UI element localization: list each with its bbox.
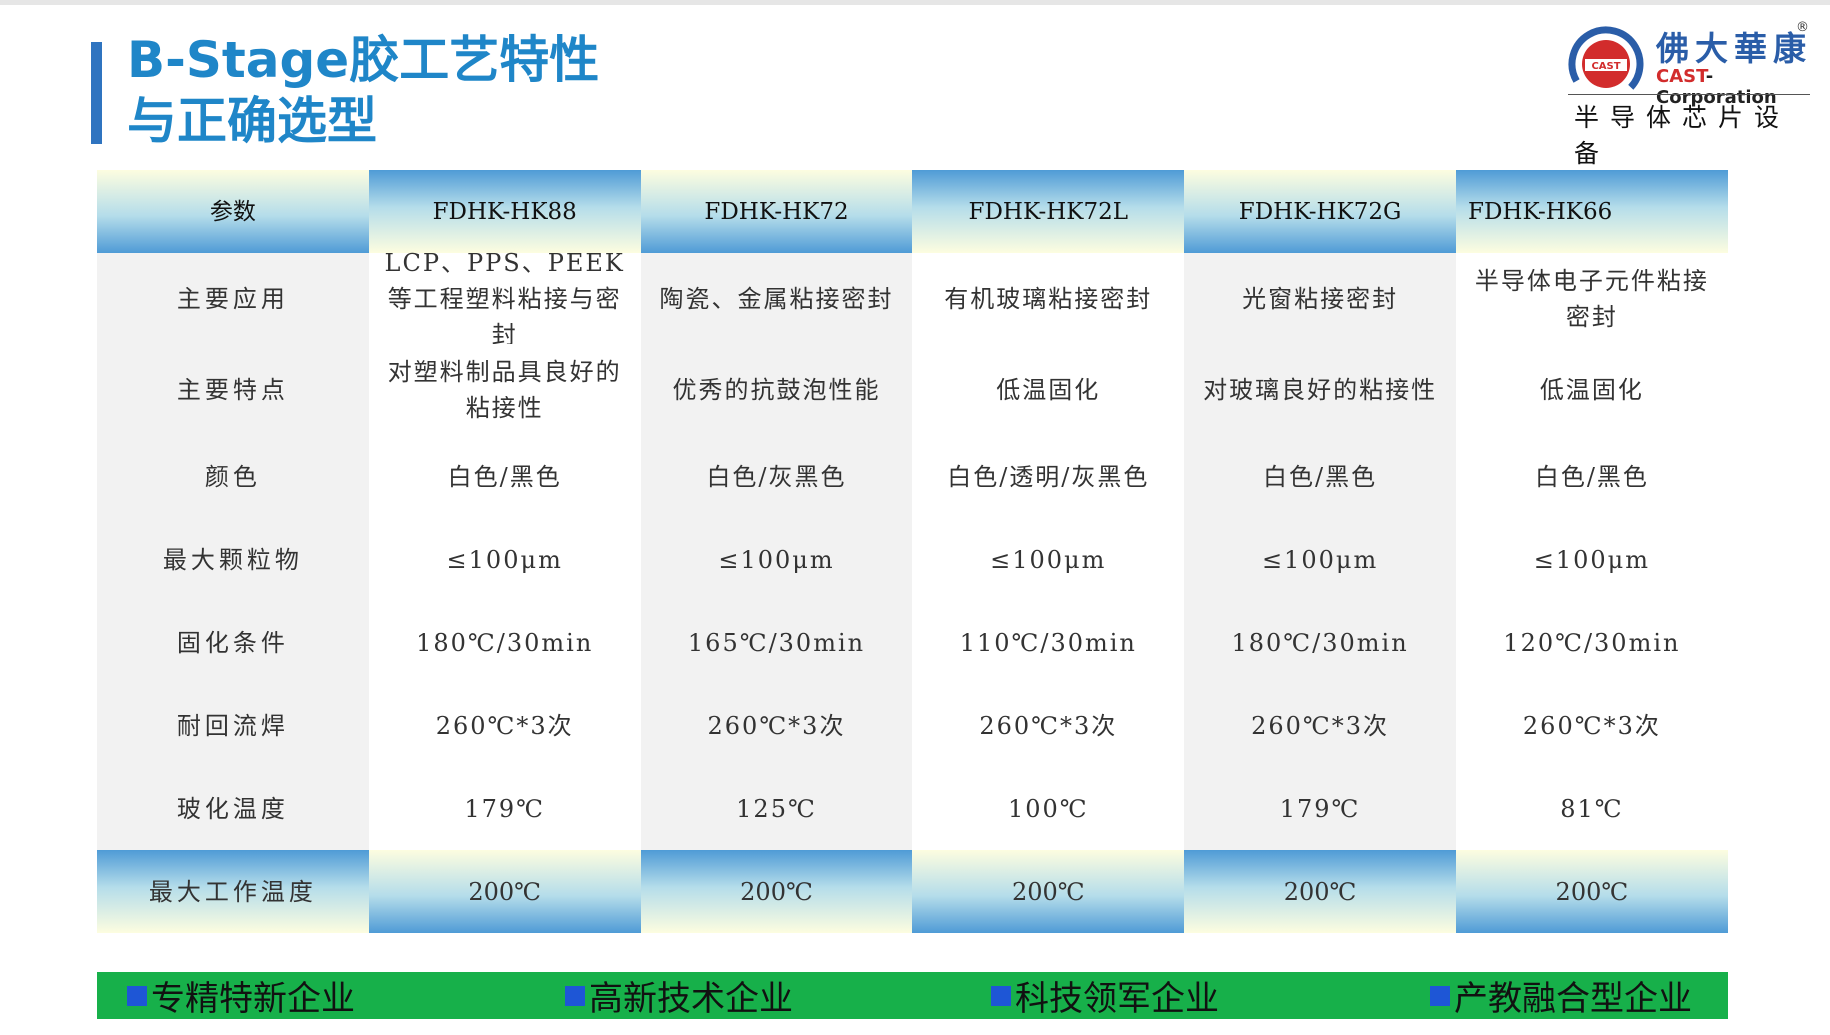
table-cell: 180℃/30min [368,601,641,684]
blue-square-icon [1430,985,1450,1006]
logo-subtitle: 半导体芯片设备 [1574,103,1791,168]
table-cell: 125℃ [640,767,913,850]
row-label: 主要特点 [97,344,369,435]
table-row-curing: 固化条件 180℃/30min 165℃/30min 110℃/30min 18… [97,601,1728,684]
table-cell: 260℃*3次 [1455,684,1728,767]
table-cell: 165℃/30min [640,601,913,684]
row-label: 颜色 [97,435,369,518]
row-label: 固化条件 [97,601,369,684]
row-label: 最大工作温度 [97,850,369,933]
table-cell: 200℃ [640,850,913,933]
header-cell-hk72g: FDHK-HK72G [1184,170,1456,253]
title-line-1: B-Stage胶工艺特性 [127,31,600,89]
table-cell: 低温固化 [912,344,1185,435]
table-row-particle: 最大颗粒物 ≤100μm ≤100μm ≤100μm ≤100μm ≤100μm [97,518,1728,601]
cast-emblem-icon: CAST [1568,26,1644,102]
table-cell: 200℃ [912,850,1185,933]
table-cell: 白色/黑色 [368,435,641,518]
table-cell: 200℃ [368,850,641,933]
row-label: 最大颗粒物 [97,518,369,601]
header-cell-hk72l: FDHK-HK72L [912,170,1185,253]
table-cell: 260℃*3次 [640,684,913,767]
table-cell: 100℃ [912,767,1185,850]
table-cell: 白色/黑色 [1184,435,1456,518]
table-cell: 179℃ [368,767,641,850]
top-divider [0,0,1830,5]
table-cell: 优秀的抗鼓泡性能 [640,344,913,435]
logo-name-cn: 佛大華康 [1656,29,1812,68]
blue-square-icon [565,985,585,1006]
row-label: 玻化温度 [97,767,369,850]
table-cell: 有机玻璃粘接密封 [912,253,1185,344]
table-cell: 白色/黑色 [1455,435,1728,518]
logo-divider [1568,94,1810,95]
table-cell: 对塑料制品具良好的粘接性 [368,344,641,435]
table-cell: 260℃*3次 [368,684,641,767]
product-comparison-table: 参数 FDHK-HK88 FDHK-HK72 FDHK-HK72L FDHK-H… [97,170,1728,933]
table-cell: 260℃*3次 [1184,684,1456,767]
table-header-row: 参数 FDHK-HK88 FDHK-HK72 FDHK-HK72L FDHK-H… [97,170,1728,253]
table-row-color: 颜色 白色/黑色 白色/灰黑色 白色/透明/灰黑色 白色/黑色 白色/黑色 [97,435,1728,518]
table-row-features: 主要特点 对塑料制品具良好的粘接性 优秀的抗鼓泡性能 低温固化 对玻璃良好的粘接… [97,344,1728,435]
table-footer-row: 最大工作温度 200℃ 200℃ 200℃ 200℃ 200℃ [97,850,1728,933]
table-cell: 110℃/30min [912,601,1185,684]
table-cell: 半导体电子元件粘接密封 [1455,253,1728,344]
table-cell: 白色/灰黑色 [640,435,913,518]
table-cell: 179℃ [1184,767,1456,850]
honor-item: 产教融合型企业 [1430,972,1692,1019]
table-cell: ≤100μm [1455,518,1728,601]
table-cell: 260℃*3次 [912,684,1185,767]
table-cell: 81℃ [1455,767,1728,850]
emblem-text: CAST [1591,61,1620,72]
header-cell-hk72: FDHK-HK72 [640,170,913,253]
blue-square-icon [127,985,147,1006]
honor-item: 专精特新企业 [127,972,355,1019]
table-cell: 光窗粘接密封 [1184,253,1456,344]
row-label: 耐回流焊 [97,684,369,767]
header-cell-param: 参数 [97,170,369,253]
table-cell: 120℃/30min [1455,601,1728,684]
table-row-tg: 玻化温度 179℃ 125℃ 100℃ 179℃ 81℃ [97,767,1728,850]
table-cell: 200℃ [1455,850,1728,933]
table-cell: ≤100μm [640,518,913,601]
header-cell-hk88: FDHK-HK88 [368,170,641,253]
header-cell-hk66: FDHK-HK66 [1455,170,1728,253]
row-label: 主要应用 [97,253,369,344]
page-title: B-Stage胶工艺特性 与正确选型 [127,30,599,152]
blue-square-icon [991,985,1011,1006]
table-cell: ≤100μm [1184,518,1456,601]
title-line-2: 与正确选型 [127,92,377,150]
table-cell: 白色/透明/灰黑色 [912,435,1185,518]
honors-banner: 专精特新企业 高新技术企业 科技领军企业 产教融合型企业 [97,972,1728,1019]
table-cell: 陶瓷、金属粘接密封 [640,253,913,344]
registered-mark: ® [1796,20,1809,35]
honor-item: 科技领军企业 [991,972,1219,1019]
company-logo: CAST 佛大華康 ® CAST-Corporation 半导体芯片设备 [1568,20,1814,168]
title-accent-bar [91,42,102,144]
table-row-reflow: 耐回流焊 260℃*3次 260℃*3次 260℃*3次 260℃*3次 260… [97,684,1728,767]
table-cell: ≤100μm [912,518,1185,601]
table-cell: 200℃ [1184,850,1456,933]
logo-en-prefix: CAST [1656,66,1706,87]
table-row-application: 主要应用 LCP、PPS、PEEK等工程塑料粘接与密封 陶瓷、金属粘接密封 有机… [97,249,1728,349]
table-cell: 180℃/30min [1184,601,1456,684]
table-cell: LCP、PPS、PEEK等工程塑料粘接与密封 [368,249,641,349]
table-cell: 低温固化 [1455,344,1728,435]
table-cell: 对玻璃良好的粘接性 [1184,344,1456,435]
table-cell: ≤100μm [368,518,641,601]
honor-item: 高新技术企业 [565,972,793,1019]
